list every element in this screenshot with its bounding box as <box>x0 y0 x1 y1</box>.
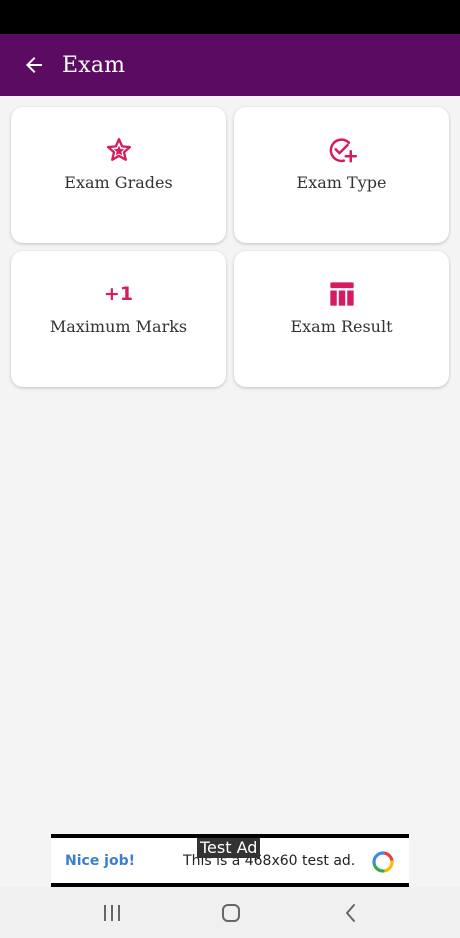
home-icon <box>222 904 240 922</box>
exam-result-card[interactable]: Exam Result <box>234 251 449 387</box>
adchoices-logo-icon[interactable] <box>371 850 395 874</box>
check-circle-plus-icon <box>327 135 357 165</box>
card-label: Maximum Marks <box>49 317 188 336</box>
exam-grades-card[interactable]: Exam Grades <box>11 107 226 243</box>
ad-headline: Nice job! <box>65 852 136 869</box>
test-ad-tag: Test Ad <box>197 838 261 858</box>
table-icon <box>327 279 357 309</box>
plus-one-text: +1 <box>103 283 134 305</box>
page-title: Exam <box>62 52 126 78</box>
plus-one-icon: +1 <box>104 279 134 309</box>
card-label: Exam Grades <box>64 173 173 192</box>
star-icon <box>104 135 134 165</box>
card-label: Exam Type <box>296 173 387 192</box>
status-bar <box>0 0 460 34</box>
app-bar: Exam <box>0 34 460 96</box>
maximum-marks-card[interactable]: +1 Maximum Marks <box>11 251 226 387</box>
exam-type-card[interactable]: Exam Type <box>234 107 449 243</box>
system-nav-bar <box>0 887 460 938</box>
arrow-left-icon <box>26 57 42 73</box>
home-button[interactable] <box>218 900 244 926</box>
exam-menu-grid: Exam Grades Exam Type +1 Maximum Marks E <box>11 107 449 387</box>
nav-back-button[interactable] <box>338 900 364 926</box>
card-label: Exam Result <box>290 317 393 336</box>
back-chevron-icon <box>346 904 355 922</box>
recents-button[interactable] <box>99 900 125 926</box>
recents-icon <box>104 905 120 921</box>
back-button[interactable] <box>14 45 54 85</box>
